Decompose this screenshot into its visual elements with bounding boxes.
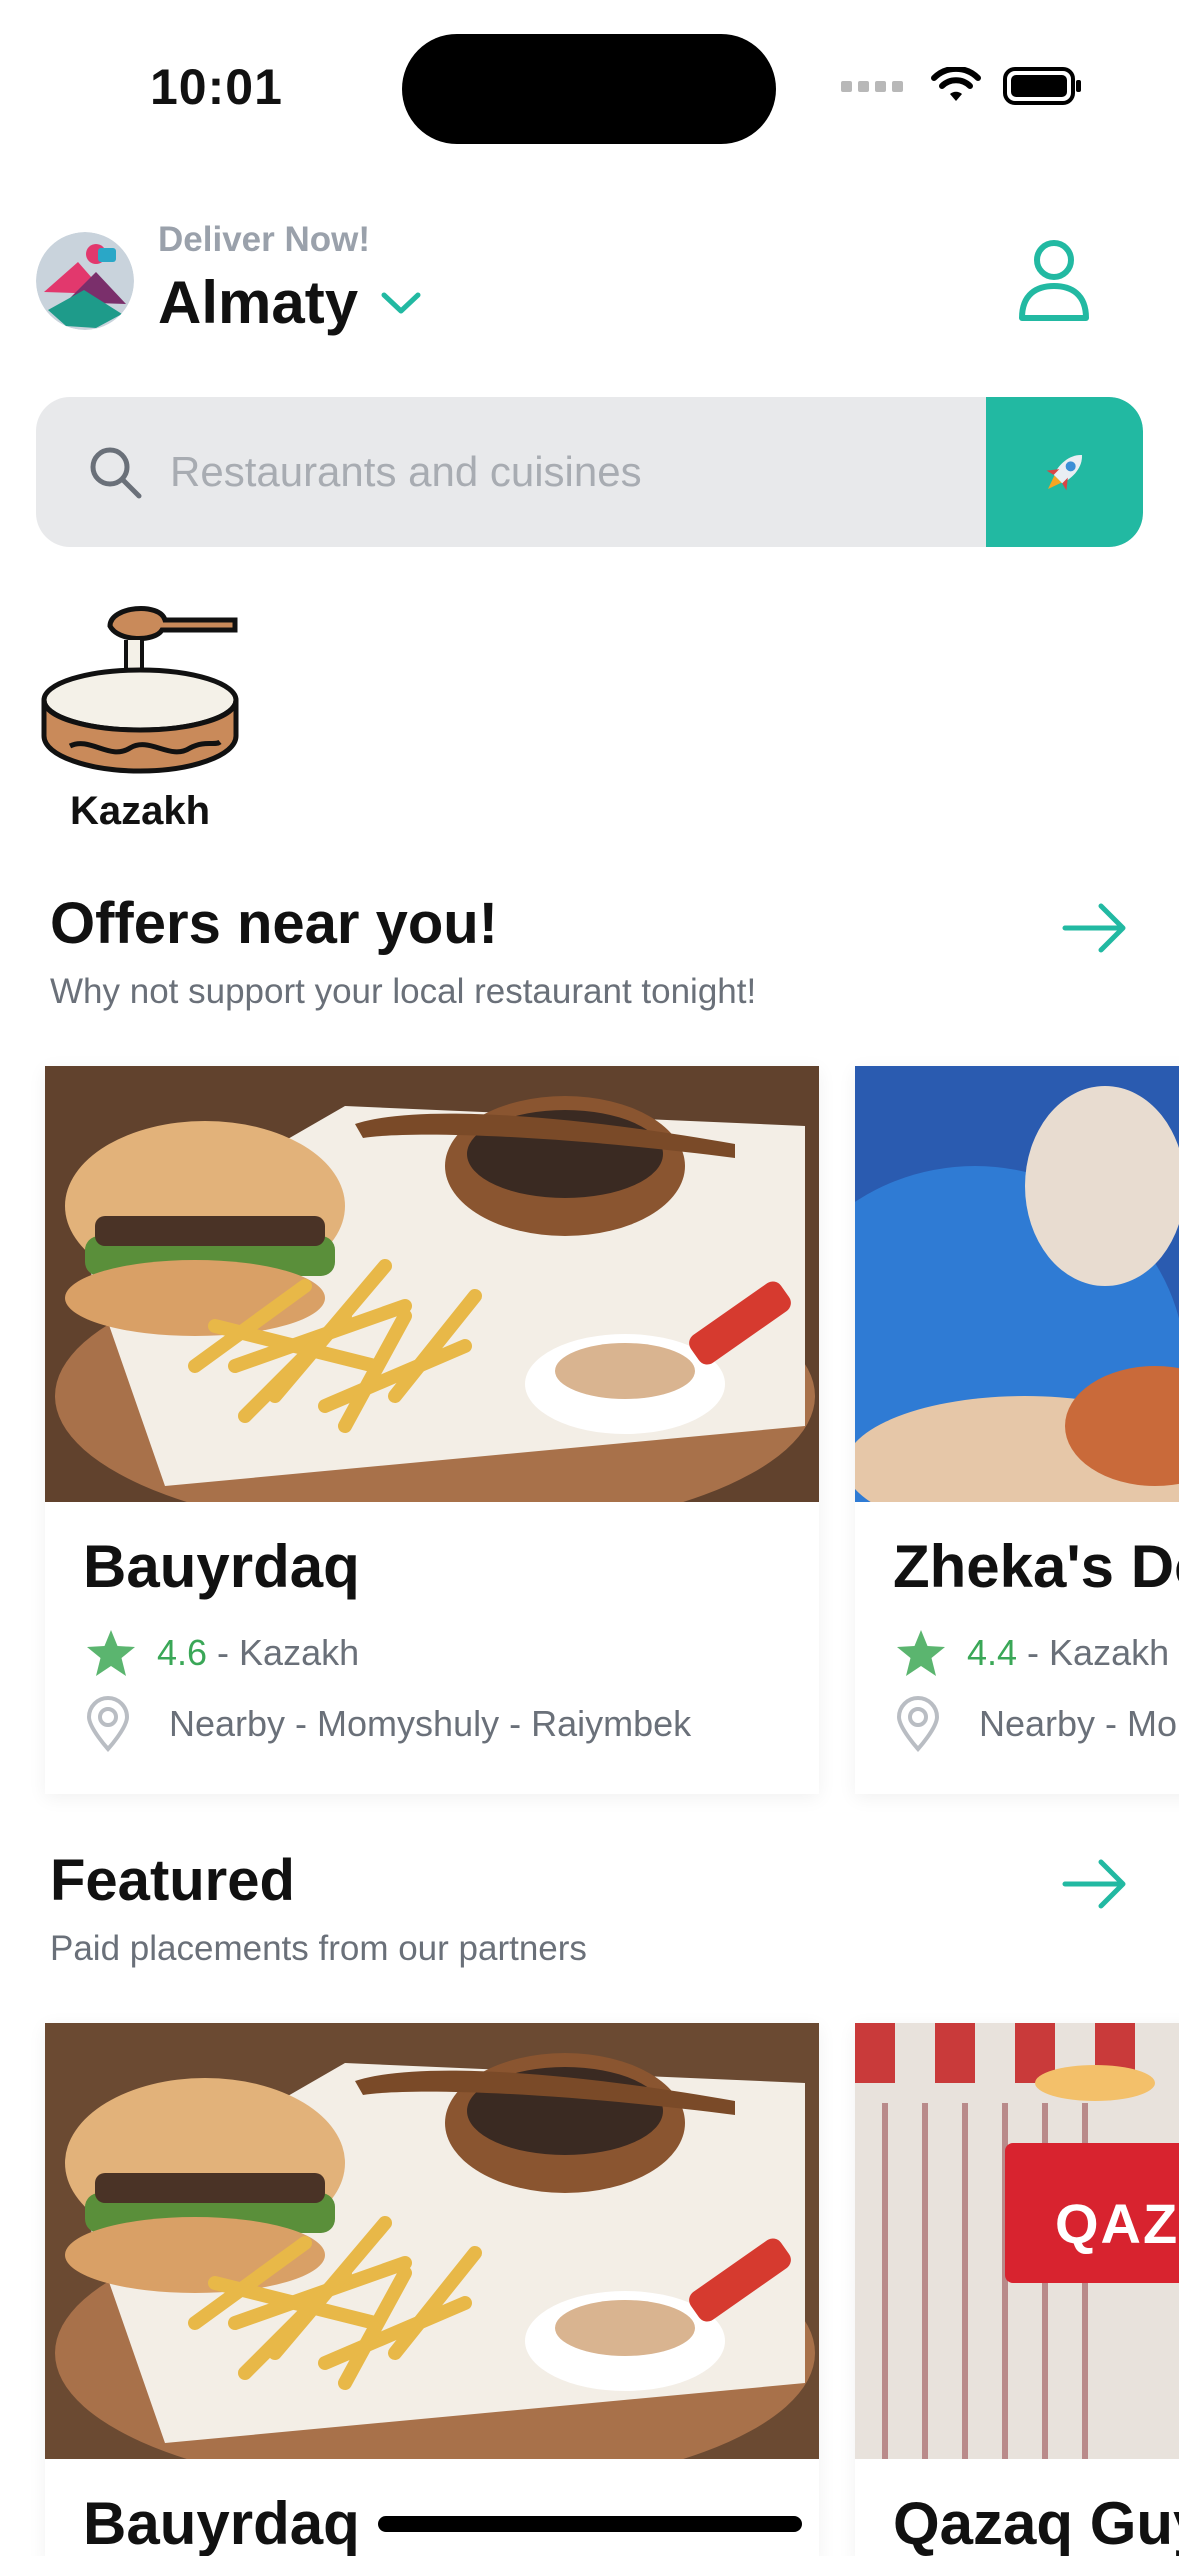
rocket-button[interactable] xyxy=(986,397,1143,547)
star-icon xyxy=(897,1630,945,1676)
star-icon xyxy=(87,1630,135,1676)
offers-title: Offers near you! xyxy=(50,891,498,956)
location-text: Nearby - Momyshuly - Raiymbek xyxy=(169,1703,692,1744)
location-pin-icon xyxy=(86,1696,130,1752)
location-text: Nearby - Mo xyxy=(979,1703,1178,1744)
food-image xyxy=(855,1066,1179,1502)
offers-arrow-icon[interactable] xyxy=(1061,902,1129,954)
home-indicator xyxy=(378,2516,802,2532)
app-screen: 10:01 Deliver Now! Almaty Restaurants an… xyxy=(0,0,1179,2556)
featured-subtitle: Paid placements from our partners xyxy=(50,1929,587,1968)
rating-row: 4.6 - Kazakh xyxy=(85,1628,359,1678)
location-row: Nearby - Momyshuly - Raiymbek xyxy=(85,1696,691,1752)
deliver-now-label: Deliver Now! xyxy=(158,220,370,259)
profile-icon[interactable] xyxy=(1017,238,1091,324)
search-bar xyxy=(36,397,1143,547)
battery-icon xyxy=(1003,67,1081,105)
kazakh-bowl-icon xyxy=(41,606,239,774)
rating-separator: - xyxy=(207,1632,240,1673)
location-row: Nearby - Mo xyxy=(895,1696,1177,1752)
featured-card-bauyrdaq[interactable]: Bauyrdaq xyxy=(45,2023,819,2556)
category-kazakh[interactable]: Kazakh xyxy=(40,596,240,834)
dynamic-island xyxy=(402,34,776,144)
restaurant-name: Zheka's Doner xyxy=(893,1533,1179,1600)
chevron-down-icon xyxy=(381,292,421,313)
location-pin-icon xyxy=(896,1696,940,1752)
city-name: Almaty xyxy=(158,269,359,336)
category-label: Kazakh xyxy=(69,789,211,833)
city-selector[interactable]: Almaty xyxy=(158,268,422,337)
offers-subtitle: Why not support your local restaurant to… xyxy=(50,972,757,1011)
status-time: 10:01 xyxy=(150,59,283,115)
featured-card-qazaq[interactable]: QAZ Qazaq Guys xyxy=(855,2023,1179,2556)
search-input[interactable] xyxy=(170,397,990,547)
featured-title: Featured xyxy=(50,1848,295,1913)
rocket-icon xyxy=(1046,455,1082,491)
restaurant-image: QAZ xyxy=(855,2023,1179,2459)
featured-arrow-icon[interactable] xyxy=(1061,1858,1129,1910)
rating-value: 4.4 xyxy=(967,1632,1018,1673)
status-icons xyxy=(841,66,1083,106)
rating-separator: - xyxy=(1017,1632,1050,1673)
offer-card-bauyrdaq[interactable]: Bauyrdaq 4.6 - Kazakh Nearby - Momyshuly… xyxy=(45,1066,819,1794)
restaurant-name: Bauyrdaq xyxy=(83,1533,360,1600)
restaurant-name: Bauyrdaq xyxy=(83,2490,360,2556)
cellular-signal-icon xyxy=(841,80,903,92)
offer-card-zheka[interactable]: Zheka's Doner 4.4 - Kazakh Nearby - Mo xyxy=(855,1066,1179,1794)
search-icon xyxy=(90,447,142,499)
food-image xyxy=(45,1066,819,1502)
sign-text: QAZ xyxy=(1055,2192,1179,2255)
avatar[interactable] xyxy=(36,232,134,330)
rating-row: 4.4 - Kazakh xyxy=(895,1628,1169,1678)
restaurant-name: Qazaq Guys xyxy=(893,2490,1179,2556)
wifi-icon xyxy=(931,67,981,101)
cuisine-label: Kazakh xyxy=(239,1632,360,1673)
food-image xyxy=(45,2023,819,2459)
rating-value: 4.6 xyxy=(157,1632,208,1673)
cuisine-label: Kazakh xyxy=(1049,1632,1170,1673)
